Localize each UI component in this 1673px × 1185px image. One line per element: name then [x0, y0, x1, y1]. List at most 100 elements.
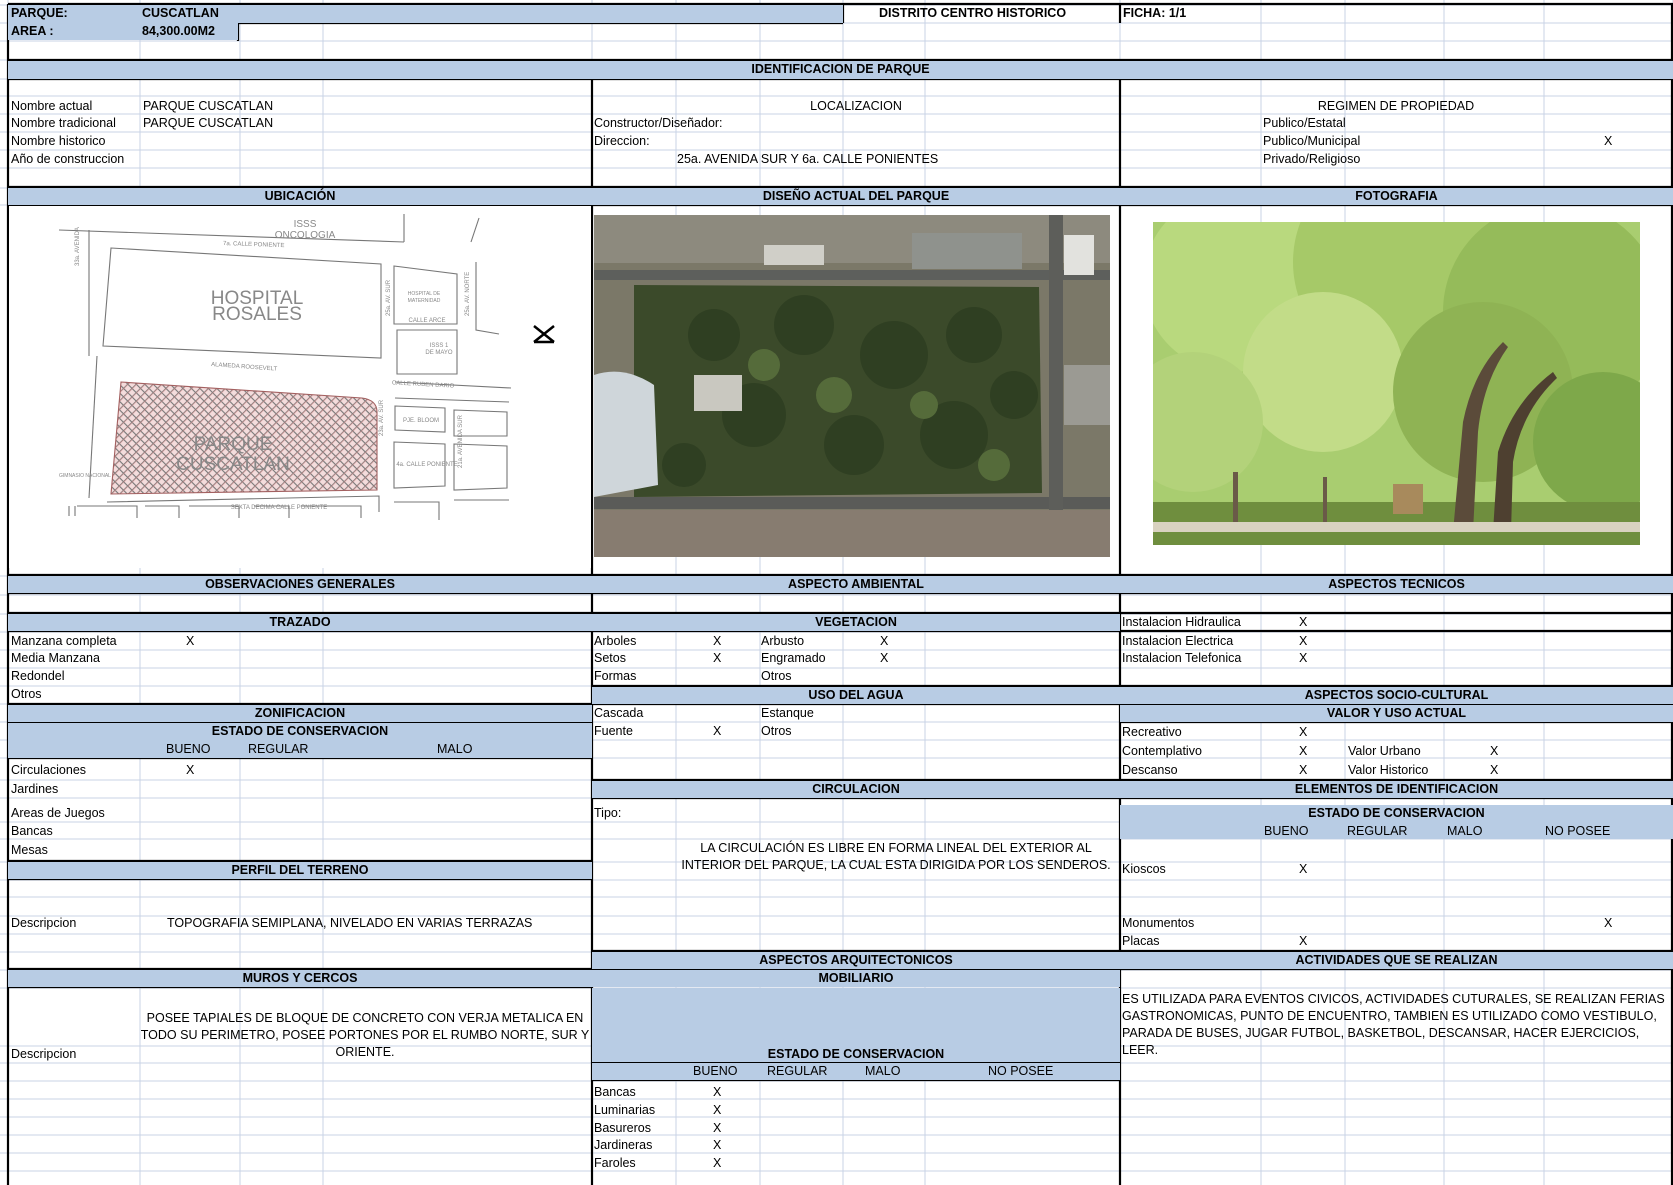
direccion-value: 25a. AVENIDA SUR Y 6a. CALLE PONIENTES — [677, 152, 939, 166]
agua-cascada: Cascada — [594, 706, 644, 720]
direccion-label: Direccion: — [594, 134, 650, 148]
agua-fuente-mark: X — [713, 724, 722, 738]
tecnicos-hidraulica: Instalacion Hidraulica — [1122, 615, 1241, 629]
map-parque-label: PARQUE — [194, 434, 273, 455]
mobiliario-faroles-mark: X — [713, 1156, 722, 1170]
vegetacion-arboles-mark: X — [713, 634, 722, 648]
circulacion-title: CIRCULACION — [592, 781, 1120, 798]
tecnicos-electrica-mark: X — [1299, 634, 1308, 648]
ambiental-title: ASPECTO AMBIENTAL — [592, 576, 1120, 593]
mobiliario-luminarias: Luminarias — [594, 1103, 656, 1117]
trazado-media-manzana: Media Manzana — [11, 651, 100, 665]
socio-valor: VALOR Y USO ACTUAL — [1120, 705, 1673, 722]
north-arrow-icon — [533, 325, 555, 344]
socio-valor-urbano-mark: X — [1490, 744, 1499, 758]
actividades-title: ACTIVIDADES QUE SE REALIZAN — [1120, 952, 1673, 969]
vegetacion-setos-mark: X — [713, 651, 722, 665]
mobiliario-col-no-posee: NO POSEE — [988, 1064, 1054, 1078]
mobiliario-col-regular: REGULAR — [767, 1064, 828, 1078]
map-calle-arce-label: CALLE ARCE — [408, 318, 445, 324]
elementos-monumentos-mark: X — [1604, 916, 1613, 930]
agua-otros: Otros — [761, 724, 792, 738]
zonificacion-mesas: Mesas — [11, 843, 48, 857]
tecnicos-electrica: Instalacion Electrica — [1122, 634, 1234, 648]
mobiliario-faroles: Faroles — [594, 1156, 636, 1170]
socio-descanso: Descanso — [1122, 763, 1178, 777]
zonificacion-estado: ESTADO DE CONSERVACION — [8, 723, 592, 740]
diseno-title: DISEÑO ACTUAL DEL PARQUE — [592, 188, 1120, 205]
regimen-title: REGIMEN DE PROPIEDAD — [1317, 99, 1475, 113]
socio-valor-historico-mark: X — [1490, 763, 1499, 777]
map-mayo-label: DE MAYO — [425, 350, 453, 356]
circulacion-text: LA CIRCULACIÓN ES LIBRE EN FORMA LINEAL … — [681, 841, 1111, 872]
regimen-municipal: Publico/Municipal — [1263, 134, 1361, 148]
mobiliario-estado: ESTADO DE CONSERVACION — [767, 1047, 945, 1061]
label-ano-construccion: Año de construccion — [11, 152, 125, 166]
zonificacion-jardines: Jardines — [11, 782, 59, 796]
elementos-placas: Placas — [1122, 934, 1160, 948]
label-nombre-historico: Nombre historico — [11, 134, 106, 148]
mobiliario-bancas-mark: X — [713, 1085, 722, 1099]
zonificacion-title: ZONIFICACION — [8, 705, 592, 722]
vegetacion-otros: Otros — [761, 669, 792, 683]
socio-valor-historico: Valor Historico — [1348, 763, 1429, 777]
mobiliario-title: MOBILIARIO — [592, 970, 1120, 987]
park-photo — [1153, 222, 1640, 545]
perfil-text: TOPOGRAFIA SEMIPLANA, NIVELADO EN VARIAS… — [167, 916, 533, 930]
socio-contemplativo-mark: X — [1299, 744, 1308, 758]
tecnicos-telefonica-mark: X — [1299, 651, 1308, 665]
zonificacion-areas-juegos: Areas de Juegos — [11, 806, 105, 820]
tecnicos-title: ASPECTOS TECNICOS — [1120, 576, 1673, 593]
map-isss1-label: ISSS 1 — [430, 343, 449, 349]
muros-title: MUROS Y CERCOS — [8, 970, 592, 987]
label-nombre-tradicional: Nombre tradicional — [11, 116, 116, 130]
observaciones-title: OBSERVACIONES GENERALES — [8, 576, 592, 593]
zonificacion-col-malo: MALO — [437, 742, 473, 756]
socio-title: ASPECTOS SOCIO-CULTURAL — [1120, 687, 1673, 704]
map-rosales-label: ROSALES — [212, 304, 302, 325]
map-calle7-label: 7a. CALLE PONIENTE — [223, 241, 285, 249]
localizacion-title: LOCALIZACION — [810, 99, 902, 113]
socio-recreativo: Recreativo — [1122, 725, 1182, 739]
muros-label: Descripcion — [11, 1047, 77, 1061]
elementos-kioscos: Kioscos — [1122, 862, 1166, 876]
location-map: ISSS ONCOLOGIA 7a. CALLE PONIENTE HOSPIT… — [9, 206, 591, 568]
distrito-label: DISTRITO CENTRO HISTORICO — [879, 6, 1067, 20]
mobiliario-col-malo: MALO — [865, 1064, 901, 1078]
area-label: AREA : — [11, 24, 54, 38]
map-av33-label: 33a. AVENIDA — [75, 227, 81, 266]
elementos-title: ELEMENTOS DE IDENTIFICACION — [1120, 781, 1673, 798]
map-cuscatlan-label: CUSCATLAN — [176, 454, 290, 475]
map-gimnasio-label: GIMNASIO NACIONAL — [59, 473, 111, 479]
parque-label: PARQUE: — [11, 6, 68, 20]
actividades-text: ES UTILIZADA PARA EVENTOS CIVICOS, ACTIV… — [1122, 992, 1665, 1057]
elementos-col-regular: REGULAR — [1347, 824, 1408, 838]
zonificacion-circulaciones: Circulaciones — [11, 763, 87, 777]
perfil-label: Descripcion — [11, 916, 77, 930]
regimen-municipal-mark: X — [1604, 134, 1613, 148]
map-oncologia-label: ONCOLOGIA — [275, 230, 336, 241]
mobiliario-luminarias-mark: X — [713, 1103, 722, 1117]
value-nombre-actual: PARQUE CUSCATLAN — [143, 99, 274, 113]
trazado-manzana-completa: Manzana completa — [11, 634, 117, 648]
trazado-redondel: Redondel — [11, 669, 65, 683]
label-nombre-actual: Nombre actual — [11, 99, 93, 113]
map-calle4-label: 4a. CALLE PONIENTE — [396, 462, 457, 468]
ubicacion-title: UBICACIÓN — [8, 188, 592, 205]
vegetacion-engramado: Engramado — [761, 651, 826, 665]
zonificacion-bancas: Bancas — [11, 824, 53, 838]
vegetacion-engramado-mark: X — [880, 651, 889, 665]
arquitectonicos-title: ASPECTOS ARQUITECTONICOS — [592, 952, 1120, 969]
map-ruben-label: CALLE RUBEN DARIO — [392, 380, 455, 389]
zonificacion-circulaciones-mark: X — [186, 763, 195, 777]
ficha-label: FICHA: 1/1 — [1123, 6, 1187, 20]
zonificacion-col-regular: REGULAR — [248, 742, 309, 756]
vegetacion-title: VEGETACION — [592, 614, 1120, 631]
vegetacion-arboles: Arboles — [594, 634, 637, 648]
regimen-estatal: Publico/Estatal — [1263, 116, 1346, 130]
mobiliario-bancas: Bancas — [594, 1085, 636, 1099]
map-av21-label: 21a. AVENIDA SUR — [458, 414, 464, 468]
elementos-col-bueno: BUENO — [1264, 824, 1309, 838]
tecnicos-telefonica: Instalacion Telefonica — [1122, 651, 1242, 665]
agua-title: USO DEL AGUA — [592, 687, 1120, 704]
